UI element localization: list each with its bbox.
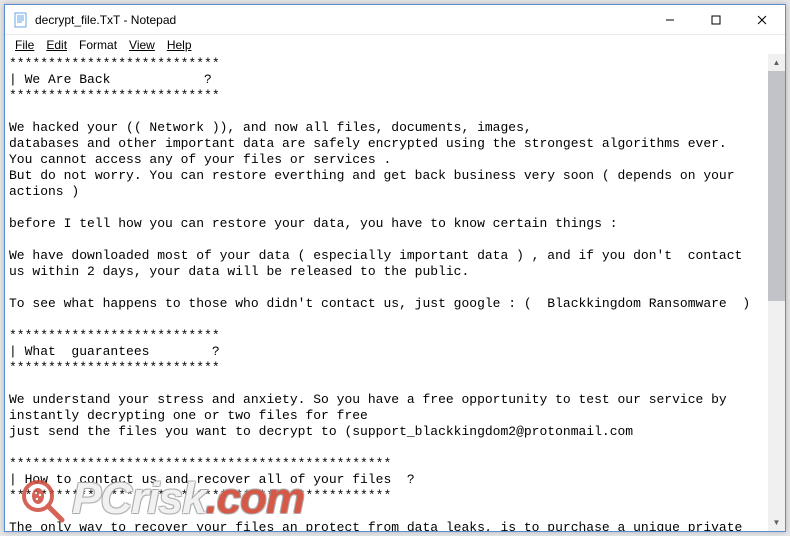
titlebar: decrypt_file.TxT - Notepad	[5, 5, 785, 35]
content-area: *************************** | We Are Bac…	[5, 54, 785, 531]
scroll-down-button[interactable]: ▼	[768, 514, 785, 531]
menu-view[interactable]: View	[123, 37, 161, 53]
menu-file[interactable]: File	[9, 37, 40, 53]
notepad-window: decrypt_file.TxT - Notepad File Edit For…	[4, 4, 786, 532]
text-editor[interactable]: *************************** | We Are Bac…	[5, 54, 768, 531]
close-button[interactable]	[739, 5, 785, 35]
minimize-button[interactable]	[647, 5, 693, 35]
menu-help[interactable]: Help	[161, 37, 198, 53]
menu-format[interactable]: Format	[73, 37, 123, 53]
menu-edit[interactable]: Edit	[40, 37, 73, 53]
menubar: File Edit Format View Help	[5, 35, 785, 54]
window-title: decrypt_file.TxT - Notepad	[35, 13, 176, 27]
notepad-icon	[13, 12, 29, 28]
maximize-button[interactable]	[693, 5, 739, 35]
scroll-thumb[interactable]	[768, 71, 785, 301]
vertical-scrollbar[interactable]: ▲ ▼	[768, 54, 785, 531]
scroll-up-button[interactable]: ▲	[768, 54, 785, 71]
window-controls	[647, 5, 785, 34]
